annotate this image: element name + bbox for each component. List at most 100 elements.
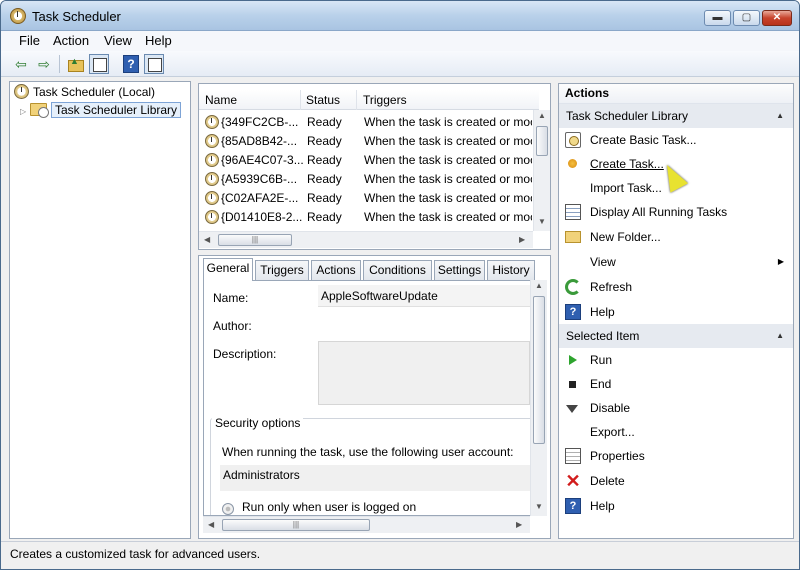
description-field[interactable]: [318, 341, 530, 405]
expand-arrow-icon[interactable]: ▷: [20, 103, 30, 121]
run-only-logged-on-radio[interactable]: [222, 503, 234, 515]
user-account-field[interactable]: Administrators: [220, 465, 530, 491]
action-delete[interactable]: ✕ Delete: [559, 469, 793, 493]
minimize-button[interactable]: ▬: [704, 10, 731, 26]
action-export[interactable]: Export...: [559, 420, 793, 444]
disable-icon: [566, 405, 578, 413]
task-clock-icon: [205, 172, 219, 186]
action-end[interactable]: End: [559, 372, 793, 396]
task-name-field[interactable]: AppleSoftwareUpdate: [318, 285, 530, 307]
table-row[interactable]: {C02AFA2E-... Ready When the task is cre…: [199, 189, 532, 208]
menu-view[interactable]: View: [104, 33, 132, 48]
window-title: Task Scheduler: [32, 9, 121, 24]
action-view[interactable]: View ▶: [559, 250, 793, 274]
section-selected-item[interactable]: Selected Item ▲: [559, 324, 793, 348]
table-row[interactable]: {D01410E8-2... Ready When the task is cr…: [199, 208, 532, 227]
column-divider[interactable]: [300, 90, 301, 110]
column-divider[interactable]: [356, 90, 357, 110]
column-header-status[interactable]: Status: [306, 93, 340, 107]
console-tree: Task Scheduler (Local) ▷ Task Scheduler L…: [9, 81, 191, 539]
scroll-up-arrow-icon[interactable]: ▲: [535, 281, 543, 290]
tree-item-label: Task Scheduler Library: [51, 102, 182, 118]
show-hide-console-tree-icon[interactable]: [89, 54, 109, 74]
menu-help[interactable]: Help: [145, 33, 172, 48]
action-label: Create Basic Task...: [590, 133, 697, 147]
task-list-vertical-scrollbar[interactable]: ▲ ▼: [533, 110, 550, 231]
action-create-basic-task[interactable]: Create Basic Task...: [559, 128, 793, 152]
list-icon: [565, 204, 581, 220]
scroll-down-arrow-icon[interactable]: ▼: [535, 502, 543, 511]
action-label: Properties: [590, 449, 645, 463]
task-status: Ready: [307, 153, 342, 167]
task-clock-icon: [205, 210, 219, 224]
details-horizontal-scrollbar[interactable]: ◀ ||| ▶: [203, 516, 530, 533]
action-disable[interactable]: Disable: [559, 396, 793, 420]
scroll-down-arrow-icon[interactable]: ▼: [538, 217, 546, 226]
action-refresh[interactable]: Refresh: [559, 275, 793, 299]
task-trigger: When the task is created or moc: [364, 172, 532, 186]
task-name: {D01410E8-2...: [221, 210, 303, 224]
action-properties[interactable]: Properties: [559, 444, 793, 468]
action-label: View: [590, 255, 616, 269]
title-bar: Task Scheduler ▬ ▢ ✕: [1, 1, 799, 31]
tree-item-task-scheduler-local[interactable]: Task Scheduler (Local): [14, 83, 155, 101]
task-status: Ready: [307, 172, 342, 186]
action-run[interactable]: Run: [559, 348, 793, 372]
section-task-scheduler-library[interactable]: Task Scheduler Library ▲: [559, 104, 793, 128]
scroll-right-arrow-icon[interactable]: ▶: [519, 235, 525, 244]
task-status: Ready: [307, 115, 342, 129]
close-button[interactable]: ✕: [762, 10, 792, 26]
tree-item-task-scheduler-library[interactable]: ▷ Task Scheduler Library: [20, 101, 182, 121]
tab-conditions[interactable]: Conditions: [363, 260, 432, 280]
collapse-arrow-icon[interactable]: ▲: [776, 104, 784, 128]
action-new-folder[interactable]: New Folder...: [559, 225, 793, 249]
forward-arrow-icon[interactable]: ⇨: [34, 54, 54, 74]
task-clock-icon: [205, 191, 219, 205]
help-icon[interactable]: [120, 54, 140, 74]
details-vertical-scrollbar[interactable]: ▲ ▼: [530, 280, 547, 516]
scroll-thumb[interactable]: [536, 126, 548, 156]
collapse-arrow-icon[interactable]: ▲: [776, 324, 784, 348]
action-help[interactable]: ? Help: [559, 300, 793, 324]
task-list: Name Status Triggers {349FC2CB-... Ready…: [198, 83, 551, 250]
back-arrow-icon[interactable]: ⇦: [11, 54, 31, 74]
scroll-left-arrow-icon[interactable]: ◀: [204, 235, 210, 244]
show-hide-action-pane-icon[interactable]: [144, 54, 164, 74]
table-row[interactable]: {349FC2CB-... Ready When the task is cre…: [199, 113, 532, 132]
sun-icon: [565, 156, 581, 172]
help-icon: ?: [565, 498, 581, 514]
action-help-selected[interactable]: ? Help: [559, 494, 793, 518]
run-only-logged-on-label: Run only when user is logged on: [242, 500, 417, 514]
tab-history[interactable]: History: [487, 260, 535, 280]
table-row[interactable]: {A5939C6B-... Ready When the task is cre…: [199, 170, 532, 189]
tab-actions[interactable]: Actions: [311, 260, 361, 280]
task-clock-icon: [205, 115, 219, 129]
task-name: {96AE4C07-3...: [221, 153, 303, 167]
scroll-left-arrow-icon[interactable]: ◀: [208, 520, 214, 529]
maximize-button[interactable]: ▢: [733, 10, 760, 26]
table-row[interactable]: {85AD8B42-... Ready When the task is cre…: [199, 132, 532, 151]
table-row[interactable]: {96AE4C07-3... Ready When the task is cr…: [199, 151, 532, 170]
scroll-thumb[interactable]: |||: [218, 234, 292, 246]
up-folder-icon[interactable]: [65, 51, 85, 74]
task-list-horizontal-scrollbar[interactable]: ◀ ||| ▶: [199, 231, 533, 248]
scroll-right-arrow-icon[interactable]: ▶: [516, 520, 522, 529]
column-header-name[interactable]: Name: [205, 93, 237, 107]
action-label: Import Task...: [590, 181, 662, 195]
scroll-up-arrow-icon[interactable]: ▲: [538, 111, 546, 120]
folder-clock-icon: [30, 103, 49, 118]
task-trigger: When the task is created or moc: [364, 153, 532, 167]
scroll-thumb[interactable]: [533, 296, 545, 444]
menu-action[interactable]: Action: [53, 33, 89, 48]
column-header-triggers[interactable]: Triggers: [363, 93, 407, 107]
action-label: End: [590, 377, 612, 391]
end-icon: [569, 381, 576, 388]
scroll-thumb[interactable]: |||: [222, 519, 370, 531]
tab-settings[interactable]: Settings: [434, 260, 485, 280]
section-title: Task Scheduler Library: [566, 109, 689, 123]
tab-general[interactable]: General: [203, 258, 253, 281]
action-display-running-tasks[interactable]: Display All Running Tasks: [559, 200, 793, 224]
task-clock-icon: [205, 134, 219, 148]
tab-triggers[interactable]: Triggers: [255, 260, 309, 280]
menu-file[interactable]: File: [19, 33, 40, 48]
